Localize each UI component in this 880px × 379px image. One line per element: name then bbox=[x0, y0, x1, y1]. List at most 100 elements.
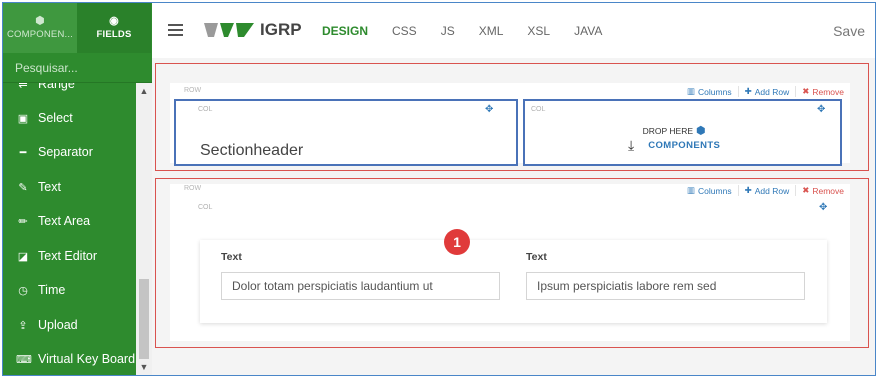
search-input[interactable] bbox=[3, 53, 152, 83]
field-item-label: Upload bbox=[38, 318, 78, 332]
col-label: COL bbox=[531, 106, 546, 113]
field-item-text[interactable]: ✎ Text bbox=[3, 170, 136, 204]
top-bar: IGRP DESIGN CSS JS XML XSL JAVA Save bbox=[152, 3, 875, 58]
remove-label: Remove bbox=[812, 86, 844, 97]
clock-icon: ◷ bbox=[18, 284, 28, 297]
columns-label: Columns bbox=[698, 185, 732, 196]
col-label: COL bbox=[198, 106, 213, 113]
field-item-label: Virtual Key Board bbox=[38, 352, 136, 366]
move-icon[interactable]: ✥ bbox=[819, 202, 827, 213]
field-item-text-editor[interactable]: ◪ Text Editor bbox=[3, 239, 136, 273]
plus-icon: ✚ bbox=[744, 86, 752, 96]
column-1[interactable]: COL ✥ Sectionheader bbox=[174, 99, 518, 166]
field-item-label: Range bbox=[38, 83, 75, 91]
column-2[interactable]: COL ✥ DROP HERE ⬢ ⤓ COMPONENTS bbox=[523, 99, 842, 166]
field-item-label: Separator bbox=[38, 145, 93, 159]
components-line: ⤓ COMPONENTS bbox=[628, 137, 720, 153]
scroll-thumb[interactable] bbox=[139, 279, 149, 359]
app-window: ⬢ COMPONEN... ◉ FIELDS ⇌ Range ▣ Select … bbox=[2, 2, 876, 376]
brand-name: IGRP bbox=[260, 20, 302, 39]
tab-fields[interactable]: ◉ FIELDS bbox=[77, 3, 151, 53]
remove-button[interactable]: ✖ Remove bbox=[795, 86, 844, 97]
form-card[interactable]: Text Dolor totam perspiciatis laudantium… bbox=[200, 240, 827, 323]
field-item-label: Text bbox=[38, 180, 61, 194]
close-icon: ✖ bbox=[802, 185, 810, 195]
menu-java[interactable]: JAVA bbox=[574, 24, 602, 38]
select-icon: ▣ bbox=[17, 112, 29, 125]
top-menu: DESIGN CSS JS XML XSL JAVA bbox=[322, 24, 626, 38]
text-editor-icon: ◪ bbox=[17, 250, 29, 263]
row-1-tools: ▥ Columns ✚ Add Row ✖ Remove bbox=[687, 86, 844, 97]
components-link[interactable]: COMPONENTS bbox=[648, 140, 720, 151]
circle-dot-icon: ◉ bbox=[109, 15, 119, 27]
scroll-down-icon[interactable]: ▼ bbox=[136, 359, 152, 375]
step-badge: 1 bbox=[444, 229, 470, 255]
search-box bbox=[3, 53, 152, 83]
field-item-virtual-key-board[interactable]: ⌨ Virtual Key Board bbox=[3, 342, 136, 375]
menu-xsl[interactable]: XSL bbox=[527, 24, 550, 38]
move-icon[interactable]: ✥ bbox=[817, 104, 825, 115]
keyboard-icon: ⌨ bbox=[16, 353, 32, 366]
field-label: Text bbox=[526, 251, 547, 263]
sidebar-scrollbar[interactable]: ▲ ▼ bbox=[136, 83, 152, 375]
columns-button[interactable]: ▥ Columns bbox=[687, 185, 732, 196]
remove-button[interactable]: ✖ Remove bbox=[795, 185, 844, 196]
pencil-icon: ✏ bbox=[18, 215, 28, 228]
field-item-time[interactable]: ◷ Time bbox=[3, 273, 136, 307]
drop-zone[interactable]: DROP HERE ⬢ ⤓ COMPONENTS bbox=[628, 124, 720, 153]
add-row-button[interactable]: ✚ Add Row bbox=[737, 185, 790, 196]
columns-icon: ▥ bbox=[687, 86, 696, 96]
range-icon: ⇌ bbox=[18, 83, 28, 91]
field-item-label: Time bbox=[38, 283, 66, 297]
save-button[interactable]: Save bbox=[833, 23, 865, 39]
igrp-logo-icon bbox=[204, 23, 254, 37]
row-label: ROW bbox=[184, 87, 202, 94]
row-2[interactable]: ROW ▥ Columns ✚ Add Row ✖ Remove COL ✥ Text… bbox=[155, 178, 869, 348]
field-item-label: Text Area bbox=[38, 214, 91, 228]
drop-here-line: DROP HERE ⬢ bbox=[628, 124, 720, 137]
text-field-1[interactable]: Dolor totam perspiciatis laudantium ut bbox=[221, 272, 500, 300]
field-list: ⇌ Range ▣ Select ━ Separator ✎ Text ✏ Te… bbox=[3, 83, 136, 375]
menu-xml[interactable]: XML bbox=[479, 24, 504, 38]
cube-icon: ⬢ bbox=[696, 125, 706, 137]
menu-css[interactable]: CSS bbox=[392, 24, 417, 38]
plus-icon: ✚ bbox=[744, 185, 752, 195]
hamburger-menu-icon[interactable] bbox=[168, 24, 183, 37]
add-row-label: Add Row bbox=[754, 86, 790, 97]
sidebar: ⬢ COMPONEN... ◉ FIELDS ⇌ Range ▣ Select … bbox=[3, 3, 152, 375]
columns-button[interactable]: ▥ Columns bbox=[687, 86, 732, 97]
menu-design[interactable]: DESIGN bbox=[322, 24, 368, 38]
menu-js[interactable]: JS bbox=[441, 24, 455, 38]
field-item-select[interactable]: ▣ Select bbox=[3, 101, 136, 135]
row-2-tools: ▥ Columns ✚ Add Row ✖ Remove bbox=[687, 185, 844, 196]
field-item-range[interactable]: ⇌ Range bbox=[3, 83, 136, 101]
row-label: ROW bbox=[184, 185, 202, 192]
tab-components-label: COMPONEN... bbox=[6, 29, 74, 40]
tab-components[interactable]: ⬢ COMPONEN... bbox=[3, 3, 77, 53]
row-1[interactable]: ROW ▥ Columns ✚ Add Row ✖ Remove COL ✥ Sect… bbox=[155, 63, 869, 171]
columns-label: Columns bbox=[698, 86, 732, 97]
drop-here-label: DROP HERE bbox=[642, 125, 694, 136]
add-row-label: Add Row bbox=[754, 185, 790, 196]
field-item-label: Text Editor bbox=[38, 249, 98, 263]
tab-fields-label: FIELDS bbox=[96, 29, 132, 40]
move-icon[interactable]: ✥ bbox=[485, 104, 493, 115]
upload-icon: ⇪ bbox=[18, 319, 28, 332]
text-field-2[interactable]: Ipsum perspiciatis labore rem sed bbox=[526, 272, 805, 300]
field-item-text-area[interactable]: ✏ Text Area bbox=[3, 204, 136, 238]
columns-icon: ▥ bbox=[687, 185, 696, 195]
section-header[interactable]: Sectionheader bbox=[200, 142, 303, 160]
cube-icon: ⬢ bbox=[35, 15, 45, 27]
sidebar-tabs: ⬢ COMPONEN... ◉ FIELDS bbox=[3, 3, 152, 53]
separator-icon: ━ bbox=[19, 146, 27, 159]
remove-label: Remove bbox=[812, 185, 844, 196]
download-icon: ⤓ bbox=[628, 137, 635, 153]
close-icon: ✖ bbox=[802, 86, 810, 96]
scroll-up-icon[interactable]: ▲ bbox=[136, 83, 152, 99]
field-item-separator[interactable]: ━ Separator bbox=[3, 135, 136, 169]
edit-icon: ✎ bbox=[18, 181, 28, 194]
field-item-label: Select bbox=[38, 111, 73, 125]
col-label: COL bbox=[198, 204, 213, 211]
add-row-button[interactable]: ✚ Add Row bbox=[737, 86, 790, 97]
field-item-upload[interactable]: ⇪ Upload bbox=[3, 308, 136, 342]
